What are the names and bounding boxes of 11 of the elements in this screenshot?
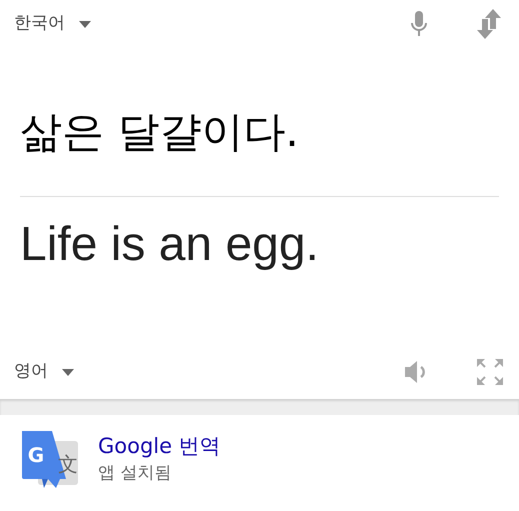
translation-text: Life is an egg. [20, 217, 320, 273]
dropdown-caret-icon [62, 368, 74, 376]
fullscreen-icon[interactable] [477, 359, 503, 385]
source-text[interactable]: 삶은 달걀이다. [20, 106, 499, 158]
app-status-text: 앱 설치됨 [98, 462, 172, 485]
target-language-dropdown[interactable]: 영어 [14, 359, 74, 385]
dropdown-caret-icon [79, 20, 91, 28]
swap-arrows-icon[interactable] [477, 9, 501, 39]
app-name-link[interactable]: Google 번역 [98, 432, 221, 460]
microphone-icon[interactable] [411, 11, 427, 37]
source-language-dropdown[interactable]: 한국어 [14, 11, 91, 37]
